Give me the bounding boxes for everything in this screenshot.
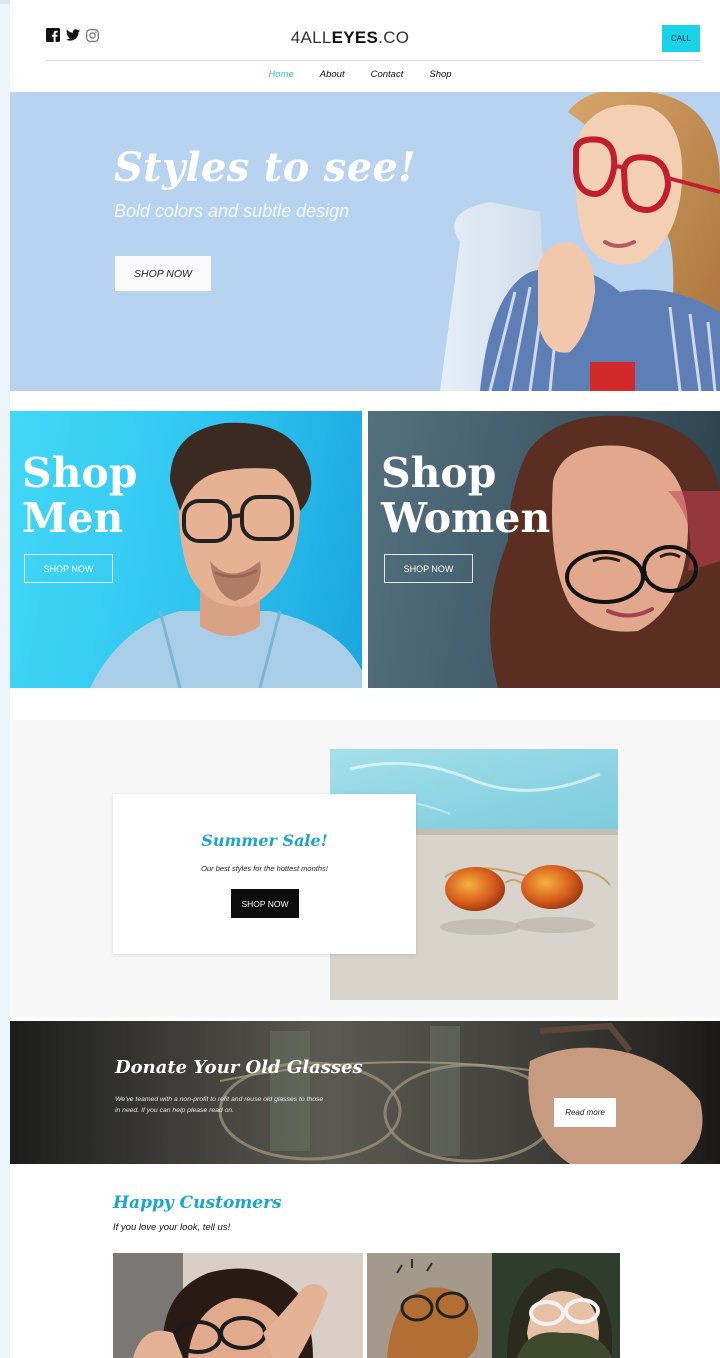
summer-sale-subtitle: Our best styles for the hottest months! xyxy=(201,864,328,873)
main-nav: Home About Contact Shop xyxy=(0,69,720,80)
nav-item-about[interactable]: About xyxy=(320,69,345,80)
logo-number: 4 xyxy=(290,28,301,47)
hero-subtitle: Bold colors and subtle design xyxy=(114,201,350,221)
shop-men-button[interactable]: SHOP NOW xyxy=(24,554,113,583)
donate-title: Donate Your Old Glasses xyxy=(115,1057,363,1078)
summer-sale-title: Summer Sale! xyxy=(201,831,328,850)
hero-title: Styles to see! xyxy=(114,144,416,191)
shop-women-tile[interactable]: Shop Women SHOP NOW xyxy=(368,411,720,688)
hero-banner: Styles to see! Bold colors and subtle de… xyxy=(10,92,720,391)
nav-item-shop[interactable]: Shop xyxy=(429,69,451,80)
nav-item-home[interactable]: Home xyxy=(268,69,293,80)
logo-word-all: ALL xyxy=(300,28,332,47)
donate-description: We've teamed with a non-profit to refit … xyxy=(115,1096,324,1114)
customer-photo-dog-and-woman xyxy=(367,1253,620,1358)
customer-photo-woman xyxy=(113,1253,363,1358)
shop-men-title-line1: Shop xyxy=(22,449,138,497)
hero-shop-now-button[interactable]: SHOP NOW xyxy=(115,256,211,291)
nav-item-contact[interactable]: Contact xyxy=(371,69,404,80)
summer-sale-card: Summer Sale! Our best styles for the hot… xyxy=(113,794,416,954)
site-logo[interactable]: 4ALLEYES.CO xyxy=(0,28,700,48)
shop-men-tile[interactable]: Shop Men SHOP NOW xyxy=(10,411,362,688)
donate-read-more-button[interactable]: Read more xyxy=(554,1098,616,1127)
shop-women-title-line2: Women xyxy=(381,494,551,542)
logo-word-eyes: EYES xyxy=(331,28,379,47)
shop-women-title: Shop Women xyxy=(381,451,550,541)
shop-women-button[interactable]: SHOP NOW xyxy=(384,554,473,583)
shop-men-title-line2: Men xyxy=(22,494,124,542)
page-background: 4ALLEYES.CO CALL Home About Contact Shop xyxy=(0,0,720,1358)
happy-customers-title: Happy Customers xyxy=(113,1193,282,1213)
happy-customers-subtitle: If you love your look, tell us! xyxy=(113,1222,231,1233)
hero-model-photo xyxy=(440,92,720,391)
donate-background-photo xyxy=(10,1021,720,1164)
header-divider xyxy=(46,60,701,61)
shop-women-title-line1: Shop xyxy=(381,449,497,497)
donate-banner: Donate Your Old Glasses We've teamed wit… xyxy=(10,1021,720,1164)
call-button[interactable]: CALL xyxy=(662,25,700,52)
summer-sale-shop-now-button[interactable]: SHOP NOW xyxy=(231,889,299,918)
logo-tld: .CO xyxy=(378,28,410,47)
shop-men-title: Shop Men xyxy=(22,451,137,541)
